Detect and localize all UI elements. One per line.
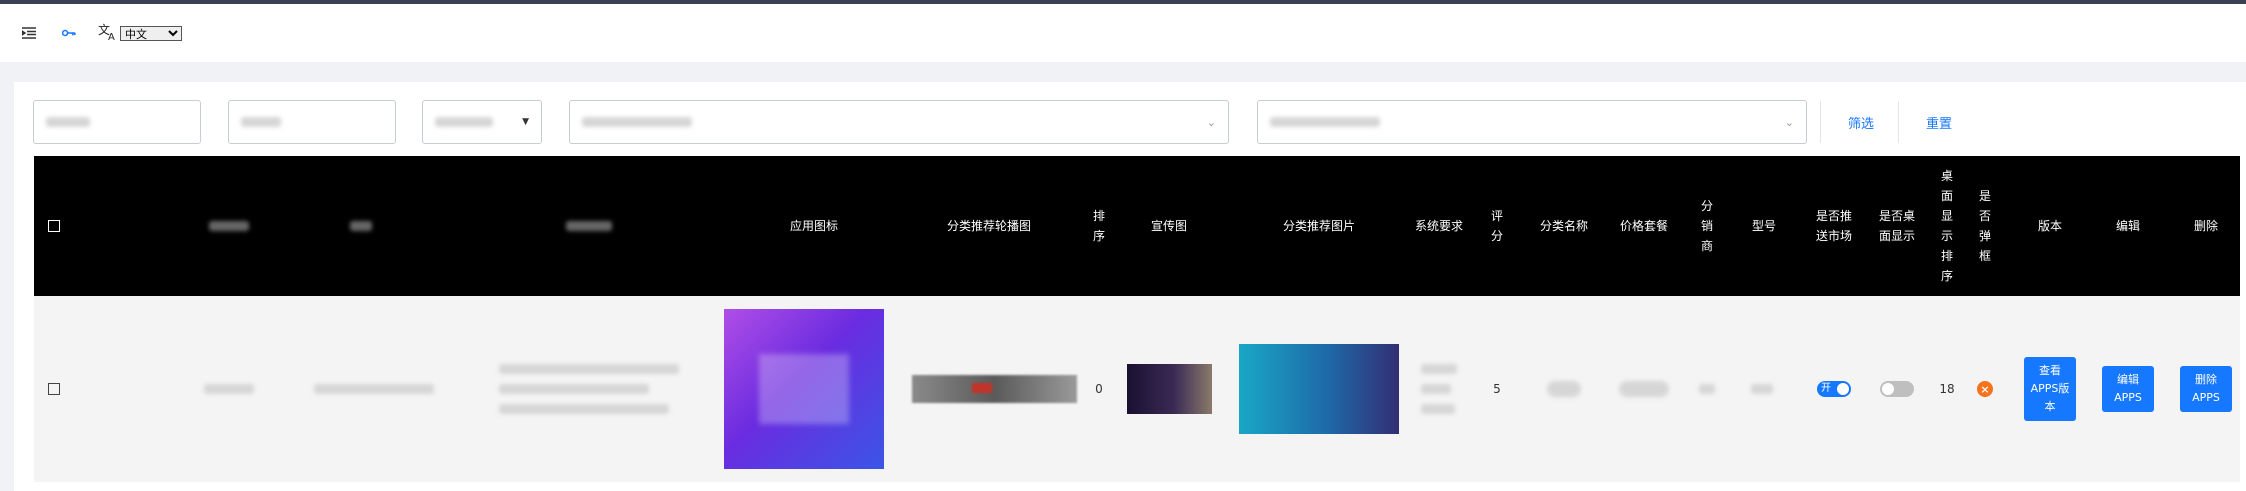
select-all-checkbox[interactable] (48, 220, 60, 232)
cell-category-name (1534, 296, 1594, 482)
promo-image (1126, 364, 1212, 414)
top-bar: 文A 中文 (0, 4, 2246, 62)
column-header-delete: 删除 (2193, 219, 2218, 233)
table-header: 应用图标 分类推荐轮播图 排序 宣传图 分类推荐图片 系统要求 评分 分类名称 … (34, 156, 2240, 296)
column-header-desktop-sort: 桌面显示排序 (1940, 169, 1953, 283)
toggle-label: 开 (1821, 383, 1831, 394)
column-header-category-image: 分类推荐图片 (1282, 219, 1355, 233)
filter-select-1[interactable]: ▼ (422, 100, 542, 144)
column-header-category-carousel: 分类推荐轮播图 (946, 219, 1031, 233)
desktop-show-toggle[interactable] (1880, 381, 1914, 397)
view-versions-button[interactable]: 查看APPS版本 (2024, 357, 2076, 421)
svg-text:A: A (108, 32, 115, 41)
cell-system-req (1409, 296, 1469, 482)
language-select[interactable]: 中文 (120, 25, 182, 41)
divider (1898, 101, 1899, 143)
cell-edit: 编辑APPS (2098, 296, 2158, 482)
cell-sort: 0 (1095, 382, 1103, 396)
filter-button[interactable]: 筛选 (1848, 113, 1874, 132)
cell-price-plan (1612, 296, 1676, 482)
category-carousel-image (911, 375, 1077, 403)
filter-select-3[interactable]: ⌄ (1257, 100, 1807, 144)
delete-apps-button[interactable]: 删除APPS (2180, 366, 2232, 412)
column-header-rating: 评分 (1490, 209, 1503, 243)
column-header-desktop-show: 是否桌面显示 (1878, 209, 1915, 243)
divider (1820, 101, 1821, 143)
column-header-model: 型号 (1751, 219, 1776, 233)
filter-input-app-name[interactable] (33, 100, 201, 144)
category-image-cell (1224, 296, 1414, 482)
app-icon-cell (694, 296, 914, 482)
column-header-sort: 排序 (1092, 209, 1105, 243)
column-header-promo: 宣传图 (1150, 219, 1187, 233)
cell-blurred-1 (199, 296, 259, 482)
column-header-blurred-2 (346, 156, 376, 296)
column-header-distributor: 分销商 (1700, 199, 1713, 253)
translate-icon: 文A (98, 22, 118, 44)
language-switcher: 文A 中文 (98, 22, 182, 44)
reset-button[interactable]: 重置 (1926, 113, 1952, 132)
table-row: 0 5 开 18 × 查看APPS版本 编辑APPS 删除APPS (34, 296, 2240, 482)
column-header-blurred-1 (204, 156, 254, 296)
column-header-edit: 编辑 (2115, 219, 2140, 233)
cell-popup: × (1970, 296, 2000, 482)
cell-desktop-show (1872, 296, 1922, 482)
cell-blurred-2 (309, 296, 439, 482)
menu-fold-icon[interactable] (22, 26, 36, 40)
cell-model (1742, 296, 1782, 482)
column-header-version: 版本 (2037, 219, 2062, 233)
promo-cell (1119, 296, 1219, 482)
column-header-system-req: 系统要求 (1414, 219, 1463, 233)
row-select-cell (34, 296, 74, 482)
caret-down-icon: ▼ (522, 117, 529, 127)
chevron-down-icon: ⌄ (1206, 115, 1216, 129)
close-circle-icon: × (1977, 381, 1993, 397)
filter-select-2[interactable]: ⌄ (569, 100, 1229, 144)
cell-desktop-sort: 18 (1939, 382, 1955, 396)
column-header-push-market: 是否推送市场 (1815, 209, 1852, 243)
key-icon[interactable] (62, 26, 76, 40)
push-market-toggle[interactable]: 开 (1817, 381, 1851, 397)
row-checkbox[interactable] (48, 383, 60, 395)
column-header-price-plan: 价格套餐 (1619, 219, 1668, 233)
cell-distributor (1692, 296, 1722, 482)
cell-version: 查看APPS版本 (2020, 296, 2080, 482)
toggle-knob (1837, 383, 1849, 395)
category-carousel-cell (894, 296, 1094, 482)
edit-apps-button[interactable]: 编辑APPS (2102, 366, 2154, 412)
cell-rating: 5 (1493, 382, 1501, 396)
toggle-knob (1882, 383, 1894, 395)
cell-push-market: 开 (1809, 296, 1859, 482)
select-all-cell (34, 156, 74, 296)
app-icon-image (724, 309, 884, 469)
category-image (1239, 344, 1399, 434)
column-header-blurred-3 (559, 156, 619, 296)
column-header-category-name: 分类名称 (1539, 219, 1588, 233)
chevron-down-icon: ⌄ (1784, 115, 1794, 129)
filter-input-2[interactable] (228, 100, 396, 144)
column-header-app-icon: 应用图标 (789, 219, 838, 233)
cell-delete: 删除APPS (2176, 296, 2236, 482)
cell-blurred-3 (489, 296, 689, 482)
column-header-popup: 是否弹框 (1978, 189, 1991, 263)
